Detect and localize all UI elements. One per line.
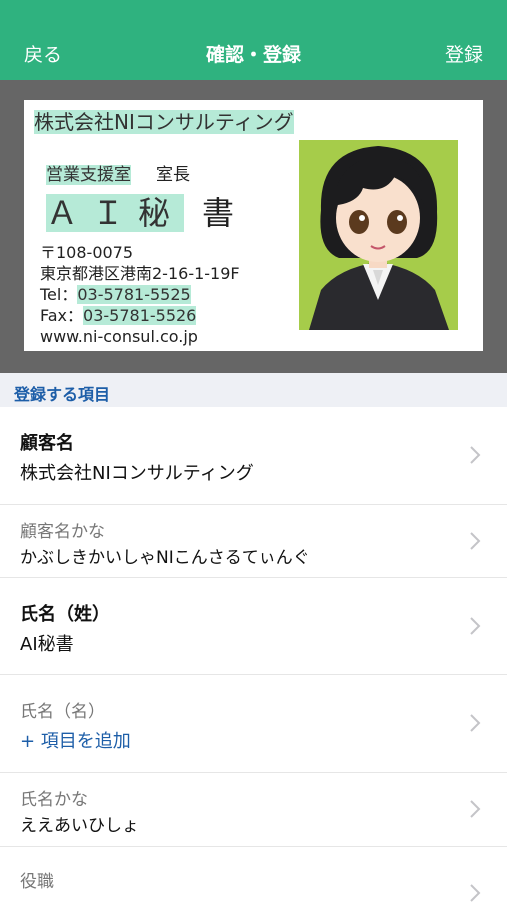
section-title: 登録する項目 xyxy=(14,385,111,404)
business-card-image[interactable]: 株式会社NIコンサルティング 営業支援室 室長 ＡＩ秘書 〒108-0075 東… xyxy=(24,100,483,351)
field-label: 顧客名 xyxy=(20,433,74,454)
card-postal: 〒108-0075 xyxy=(40,243,134,262)
add-item-link[interactable]: + 項目を追加 xyxy=(20,727,131,753)
field-row-first-name[interactable]: 氏名（名） + 項目を追加 xyxy=(0,675,507,773)
field-label: 顧客名かな xyxy=(20,522,105,542)
field-row-job-title[interactable]: 役職 xyxy=(0,847,507,907)
field-value: AI秘書 xyxy=(20,634,74,655)
field-row-name-kana[interactable]: 氏名かな ええあいひしょ xyxy=(0,773,507,847)
chevron-right-icon xyxy=(470,446,481,464)
field-label: 氏名（名） xyxy=(20,702,105,722)
chevron-right-icon xyxy=(470,617,481,635)
field-value: ええあいひしょ xyxy=(20,816,139,836)
card-name: ＡＩ秘書 xyxy=(46,194,235,232)
avatar-illustration xyxy=(299,140,458,330)
register-button[interactable]: 登録 xyxy=(445,40,483,67)
card-company: 株式会社NIコンサルティング xyxy=(34,110,294,134)
field-row-customer-name[interactable]: 顧客名 株式会社NIコンサルティング xyxy=(0,407,507,505)
card-position: 室長 xyxy=(156,165,190,185)
card-contact: 〒108-0075 東京都港区港南2-16-1-19F Tel：03-5781-… xyxy=(40,242,240,347)
page-title: 確認・登録 xyxy=(205,44,301,66)
card-preview-area: 株式会社NIコンサルティング 営業支援室 室長 ＡＩ秘書 〒108-0075 東… xyxy=(0,80,507,373)
card-url: www.ni-consul.co.jp xyxy=(40,327,198,346)
field-label: 氏名かな xyxy=(20,790,88,810)
chevron-right-icon xyxy=(470,800,481,818)
chevron-right-icon xyxy=(470,532,481,550)
field-value: 株式会社NIコンサルティング xyxy=(20,463,254,484)
field-label: 氏名（姓） xyxy=(20,604,110,625)
chevron-right-icon xyxy=(470,714,481,732)
section-header: 登録する項目 xyxy=(0,373,507,407)
navigation-bar: 戻る 確認・登録 登録 xyxy=(0,0,507,80)
field-row-last-name[interactable]: 氏名（姓） AI秘書 xyxy=(0,578,507,675)
card-tel: Tel：03-5781-5525 xyxy=(40,285,191,304)
chevron-right-icon xyxy=(470,884,481,902)
field-row-customer-name-kana[interactable]: 顧客名かな かぶしきかいしゃNIこんさるてぃんぐ xyxy=(0,505,507,578)
card-department: 営業支援室 xyxy=(46,165,131,185)
card-fax: Fax：03-5781-5526 xyxy=(40,306,197,325)
card-address: 東京都港区港南2-16-1-19F xyxy=(40,264,240,283)
field-value: かぶしきかいしゃNIこんさるてぃんぐ xyxy=(20,548,310,568)
field-label: 役職 xyxy=(20,872,54,892)
